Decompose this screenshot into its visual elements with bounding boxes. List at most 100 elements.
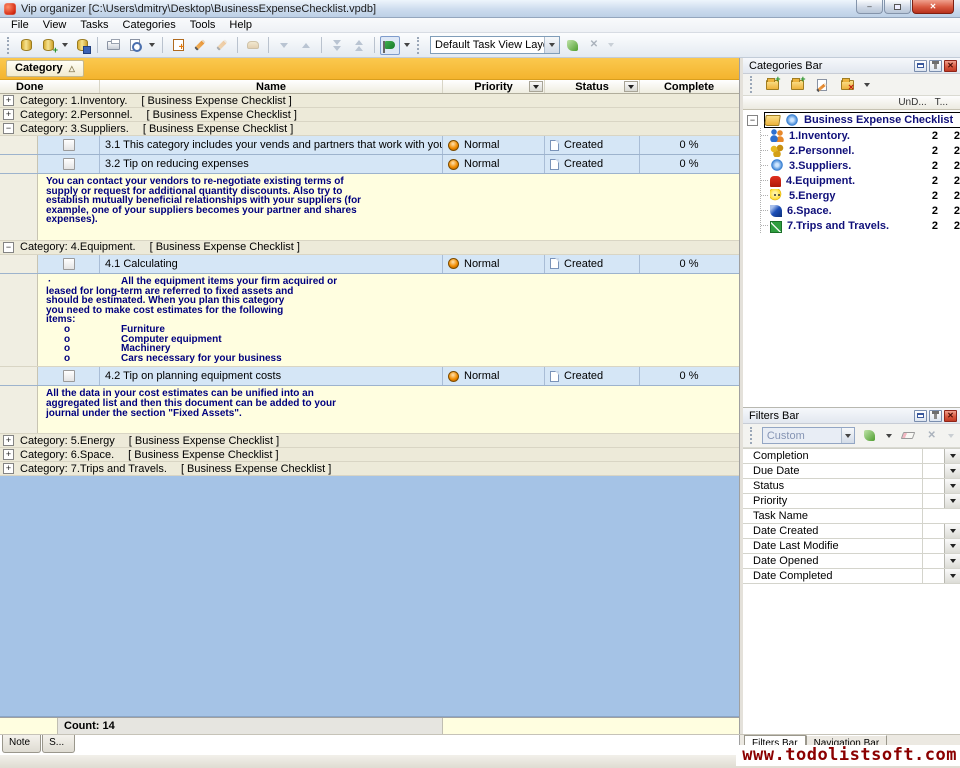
task-view-button[interactable] (380, 36, 400, 55)
layout-combobox[interactable]: Default Task View Layout (430, 36, 560, 54)
tree-item-map[interactable]: 7.Trips and Travels.22 (761, 218, 960, 233)
filters-close-button[interactable]: ✕ (944, 410, 957, 422)
layout-options-dropdown[interactable] (608, 43, 614, 47)
tree-item-pen[interactable]: 6.Space.22 (761, 203, 960, 218)
delete-task-button[interactable] (212, 36, 232, 55)
category-group-row[interactable]: −Category: 4.Equipment.[ Business Expens… (0, 241, 739, 255)
filter-dropdown-button[interactable] (944, 524, 960, 538)
filter-value-field[interactable] (923, 524, 944, 538)
task-view-dropdown[interactable] (404, 43, 410, 47)
close-button[interactable]: ✕ (912, 0, 954, 14)
filter-value-field[interactable] (923, 479, 944, 493)
delete-filter-button[interactable]: ✕ (922, 426, 941, 445)
delete-category-button[interactable] (837, 75, 857, 94)
restore-button[interactable] (884, 0, 911, 14)
group-by-category-chip[interactable]: Category △ (6, 60, 84, 77)
expand-toggle-icon[interactable]: + (3, 95, 14, 106)
root-collapse-toggle[interactable]: − (747, 115, 758, 126)
column-status[interactable]: Status (545, 80, 640, 93)
complete-task-button[interactable] (243, 36, 263, 55)
new-database-button[interactable] (16, 36, 36, 55)
filter-dropdown-button[interactable] (944, 554, 960, 568)
tree-item-smiley[interactable]: 5.Energy22 (761, 188, 960, 203)
filter-dropdown-button[interactable] (944, 494, 960, 508)
new-task-button[interactable] (168, 36, 188, 55)
filter-value-field[interactable] (923, 464, 944, 478)
filter-dropdown-button[interactable] (944, 479, 960, 493)
task-checkbox[interactable] (63, 370, 75, 382)
filter-preset-dropdown[interactable] (841, 428, 854, 443)
category-group-row[interactable]: +Category: 1.Inventory.[ Business Expens… (0, 94, 739, 108)
layout-combobox-dropdown[interactable] (544, 37, 559, 53)
task-name-cell[interactable]: 4.2 Tip on planning equipment costs (100, 367, 443, 385)
expand-toggle-icon[interactable]: + (3, 449, 14, 460)
task-row[interactable]: 3.1 This category includes your vends an… (0, 136, 739, 155)
task-checkbox[interactable] (63, 158, 75, 170)
save-layout-button[interactable] (562, 36, 582, 55)
category-group-row[interactable]: +Category: 6.Space.[ Business Expense Ch… (0, 448, 739, 462)
task-name-cell[interactable]: 3.2 Tip on reducing expenses (100, 155, 443, 173)
filter-value-field[interactable] (923, 494, 944, 508)
task-row[interactable]: 3.2 Tip on reducing expensesNormalCreate… (0, 155, 739, 174)
filter-preset-combobox[interactable]: Custom (762, 427, 855, 444)
filter-value-field[interactable] (923, 554, 944, 568)
expand-toggle-icon[interactable]: − (3, 123, 14, 134)
move-up-button[interactable] (296, 36, 316, 55)
tree-item-people[interactable]: 1.Inventory.22 (761, 128, 960, 143)
column-undone[interactable]: UnD... (898, 97, 926, 108)
save-database-button[interactable] (72, 36, 92, 55)
column-done[interactable]: Done (0, 80, 100, 93)
open-database-dropdown[interactable] (62, 43, 68, 47)
category-group-row[interactable]: +Category: 5.Energy[ Business Expense Ch… (0, 434, 739, 448)
tree-item-globe[interactable]: 3.Suppliers.22 (761, 158, 960, 173)
filter-value-field[interactable] (923, 449, 944, 463)
expand-toggle-icon[interactable]: + (3, 463, 14, 474)
category-group-row[interactable]: +Category: 7.Trips and Travels.[ Busines… (0, 462, 739, 476)
column-complete[interactable]: Complete (640, 80, 738, 93)
new-category-button[interactable] (762, 75, 782, 94)
categories-toolbar-dropdown[interactable] (864, 83, 870, 87)
expand-toggle-icon[interactable]: + (3, 435, 14, 446)
tree-item-machine[interactable]: 4.Equipment.22 (761, 173, 960, 188)
menu-tasks[interactable]: Tasks (73, 18, 115, 33)
category-group-row[interactable]: +Category: 2.Personnel.[ Business Expens… (0, 108, 739, 122)
task-name-cell[interactable]: 4.1 Calculating (100, 255, 443, 273)
edit-category-button[interactable] (812, 75, 832, 94)
tree-root-row[interactable]: Business Expense Checklist 14 14 (764, 112, 960, 128)
move-to-bottom-button[interactable] (327, 36, 347, 55)
column-priority[interactable]: Priority (443, 80, 545, 93)
bottom-tab-note[interactable]: Note (2, 735, 41, 753)
tree-item-coins[interactable]: 2.Personnel.22 (761, 143, 960, 158)
category-group-row[interactable]: −Category: 3.Suppliers.[ Business Expens… (0, 122, 739, 136)
menu-help[interactable]: Help (222, 18, 259, 33)
column-total[interactable]: T... (935, 97, 948, 108)
status-filter-dropdown[interactable] (624, 81, 638, 92)
filter-dropdown-button[interactable] (944, 569, 960, 583)
categories-close-button[interactable]: ✕ (944, 60, 957, 72)
move-down-button[interactable] (274, 36, 294, 55)
clear-filter-button[interactable] (899, 426, 918, 445)
open-database-button[interactable] (38, 36, 58, 55)
task-checkbox[interactable] (63, 139, 75, 151)
bottom-tab-s[interactable]: S... (42, 735, 75, 753)
title-bar[interactable]: Vip organizer [C:\Users\dmitry\Desktop\B… (0, 0, 960, 18)
filter-value-field[interactable] (923, 509, 960, 523)
column-name[interactable]: Name (100, 80, 443, 93)
print-button[interactable] (103, 36, 123, 55)
filters-pin-button[interactable] (929, 410, 942, 422)
menu-tools[interactable]: Tools (183, 18, 223, 33)
expand-toggle-icon[interactable]: − (3, 242, 14, 253)
filters-restore-button[interactable] (914, 410, 927, 422)
menu-categories[interactable]: Categories (116, 18, 183, 33)
expand-toggle-icon[interactable]: + (3, 109, 14, 120)
filter-value-field[interactable] (923, 539, 944, 553)
task-row[interactable]: 4.2 Tip on planning equipment costsNorma… (0, 367, 739, 386)
minimize-button[interactable]: – (856, 0, 883, 14)
menu-view[interactable]: View (36, 18, 74, 33)
priority-filter-dropdown[interactable] (529, 81, 543, 92)
move-to-top-button[interactable] (349, 36, 369, 55)
task-row[interactable]: 4.1 CalculatingNormalCreated0 % (0, 255, 739, 274)
delete-layout-button[interactable]: ✕ (584, 36, 604, 55)
categories-pin-button[interactable] (929, 60, 942, 72)
menu-file[interactable]: File (4, 18, 36, 33)
